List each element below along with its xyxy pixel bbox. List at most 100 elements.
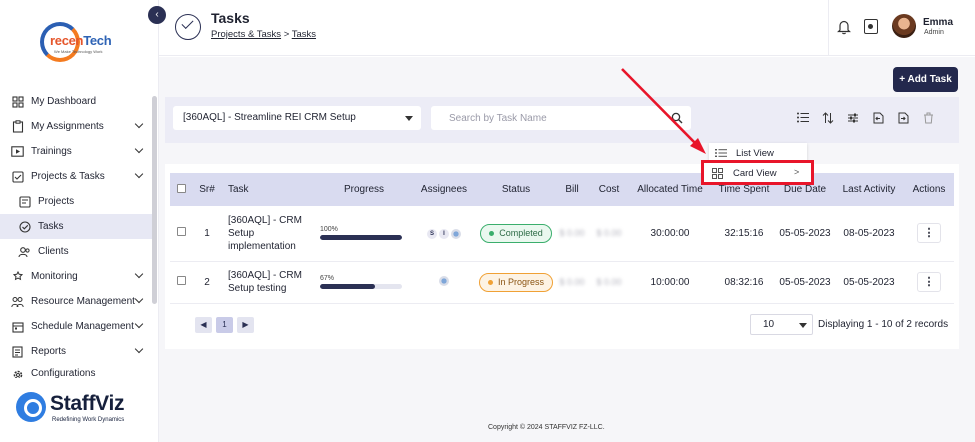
people-icon [11, 295, 24, 308]
page-size-select[interactable]: 10 [750, 314, 813, 335]
project-select-value: [360AQL] - Streamline REI CRM Setup [183, 112, 356, 123]
menu-item-card-view[interactable]: Card View > [706, 163, 811, 184]
row-task-name[interactable]: [360AQL] - CRM Setup implementation [222, 206, 318, 261]
calendar-icon [11, 320, 24, 333]
breadcrumb-tasks[interactable]: Tasks [292, 29, 316, 40]
sidebar-item-my-assignments[interactable]: My Assignments [0, 114, 152, 139]
row-actions-button[interactable]: ⋮ [917, 223, 941, 244]
status-badge: Completed [480, 223, 552, 243]
sidebar-item-my-dashboard[interactable]: My Dashboard [0, 89, 152, 114]
row-sr: 1 [204, 227, 210, 239]
project-select[interactable]: [360AQL] - Streamline REI CRM Setup [173, 106, 421, 130]
avatar[interactable] [892, 14, 916, 38]
folder-icon [11, 170, 24, 183]
check-circle-icon [18, 220, 31, 233]
row-actions-button[interactable]: ⋮ [917, 272, 941, 292]
sidebar-item-label: Resource Management [31, 296, 135, 307]
row-select-cell[interactable] [170, 206, 192, 261]
progress-fill [320, 235, 402, 241]
row-bill: $ 0.00 [554, 261, 590, 303]
import-icon[interactable] [872, 112, 884, 125]
row-last-activity: 08-05-2023 [843, 227, 895, 239]
column-header-last-activity[interactable]: Last Activity [834, 173, 904, 206]
sidebar-item-label: My Dashboard [31, 96, 97, 107]
sidebar-item-trainings[interactable]: Trainings [0, 139, 152, 164]
select-all-checkbox[interactable] [176, 183, 186, 193]
next-page-button[interactable]: ▶ [237, 317, 254, 333]
search-input[interactable] [431, 106, 651, 130]
header-divider [828, 0, 829, 56]
list-icon [715, 148, 727, 159]
assignee-avatar[interactable] [439, 275, 449, 286]
user-name[interactable]: Emma [923, 17, 953, 28]
column-header-task[interactable]: Task [222, 173, 318, 206]
row-checkbox[interactable] [176, 276, 186, 285]
chevron-down-icon [405, 116, 413, 121]
filter-icon[interactable] [847, 112, 859, 125]
list-view-icon[interactable] [797, 112, 809, 125]
assignee-avatar[interactable] [451, 229, 461, 240]
row-checkbox[interactable] [176, 227, 186, 237]
status-label: Completed [499, 228, 543, 239]
sidebar-item-label: Projects [38, 196, 75, 207]
sidebar-item-label: Configurations [31, 368, 96, 378]
prev-page-button[interactable]: ◀ [195, 317, 212, 333]
sidebar-item-clients[interactable]: Clients [0, 239, 152, 264]
column-header-bill[interactable]: Bill [554, 173, 590, 206]
column-header-allocated-time[interactable]: Allocated Time [628, 173, 712, 206]
bell-icon[interactable] [837, 19, 851, 35]
row-last-activity: 05-05-2023 [843, 276, 895, 288]
row-sr: 2 [204, 276, 210, 288]
tasks-table: Sr# Task Progress Assignees Status Bill … [170, 173, 954, 304]
select-all-header[interactable] [170, 173, 192, 206]
row-task-name[interactable]: [360AQL] - CRM Setup testing [222, 261, 318, 303]
sidebar-item-label: Projects & Tasks [31, 171, 105, 182]
sidebar-item-monitoring[interactable]: Monitoring [0, 264, 152, 289]
sidebar-item-resource-management[interactable]: Resource Management [0, 289, 152, 314]
table-row[interactable]: 2 [360AQL] - CRM Setup testing 67% In Pr… [170, 261, 954, 303]
column-header-assignees[interactable]: Assignees [410, 173, 478, 206]
sidebar-item-label: Clients [38, 246, 69, 257]
sort-icon[interactable] [822, 112, 834, 125]
column-header-status[interactable]: Status [478, 173, 554, 206]
chevron-down-icon [134, 269, 144, 279]
sidebar-item-schedule-management[interactable]: Schedule Management [0, 314, 152, 339]
clipboard-icon [11, 120, 24, 133]
profile-card-icon[interactable] [864, 19, 878, 34]
export-icon[interactable] [897, 112, 909, 125]
brand-tagline: Redefining Work Dynamics [52, 417, 125, 423]
video-icon [11, 145, 24, 158]
brand-name: StaffViz [50, 392, 125, 415]
row-allocated-time: 30:00:00 [650, 227, 690, 239]
sidebar-item-configurations[interactable]: Configurations [0, 364, 152, 378]
page-title: Tasks [211, 10, 250, 26]
row-actions: ⋮ [904, 206, 954, 261]
sidebar-item-label: Monitoring [31, 271, 78, 282]
collapse-sidebar-button[interactable]: ‹ [148, 6, 166, 24]
sidebar-item-reports[interactable]: Reports [0, 339, 152, 364]
column-header-cost[interactable]: Cost [590, 173, 628, 206]
dashboard-icon [11, 95, 24, 108]
breadcrumb-separator: > [283, 29, 290, 40]
trash-icon[interactable] [922, 112, 934, 125]
add-task-button[interactable]: + Add Task [893, 67, 958, 92]
column-header-sr[interactable]: Sr# [192, 173, 222, 206]
search-icon[interactable] [671, 112, 683, 127]
assignee-avatar[interactable]: I [439, 229, 449, 240]
table-row[interactable]: 1 [360AQL] - CRM Setup implementation 10… [170, 206, 954, 261]
row-bill: $ 0.00 [554, 206, 590, 261]
sidebar-scrollbar[interactable] [152, 96, 157, 304]
sidebar-item-projects[interactable]: Projects [0, 189, 152, 214]
sidebar-item-projects-tasks[interactable]: Projects & Tasks [0, 164, 152, 189]
page-number-button[interactable]: 1 [216, 317, 233, 333]
sidebar-item-tasks[interactable]: Tasks [0, 214, 152, 239]
progress-value: 100% [320, 226, 338, 234]
search-box[interactable] [431, 106, 691, 130]
column-header-progress[interactable]: Progress [318, 173, 410, 206]
row-select-cell[interactable] [170, 261, 192, 303]
cost-value: $ 0.00 [596, 276, 622, 287]
breadcrumb-projects-tasks[interactable]: Projects & Tasks [211, 29, 281, 40]
sidebar-item-label: Schedule Management [31, 321, 134, 332]
assignee-avatar[interactable]: S [427, 229, 437, 240]
top-header: Tasks Projects & Tasks > Tasks Emma Admi… [159, 0, 975, 56]
